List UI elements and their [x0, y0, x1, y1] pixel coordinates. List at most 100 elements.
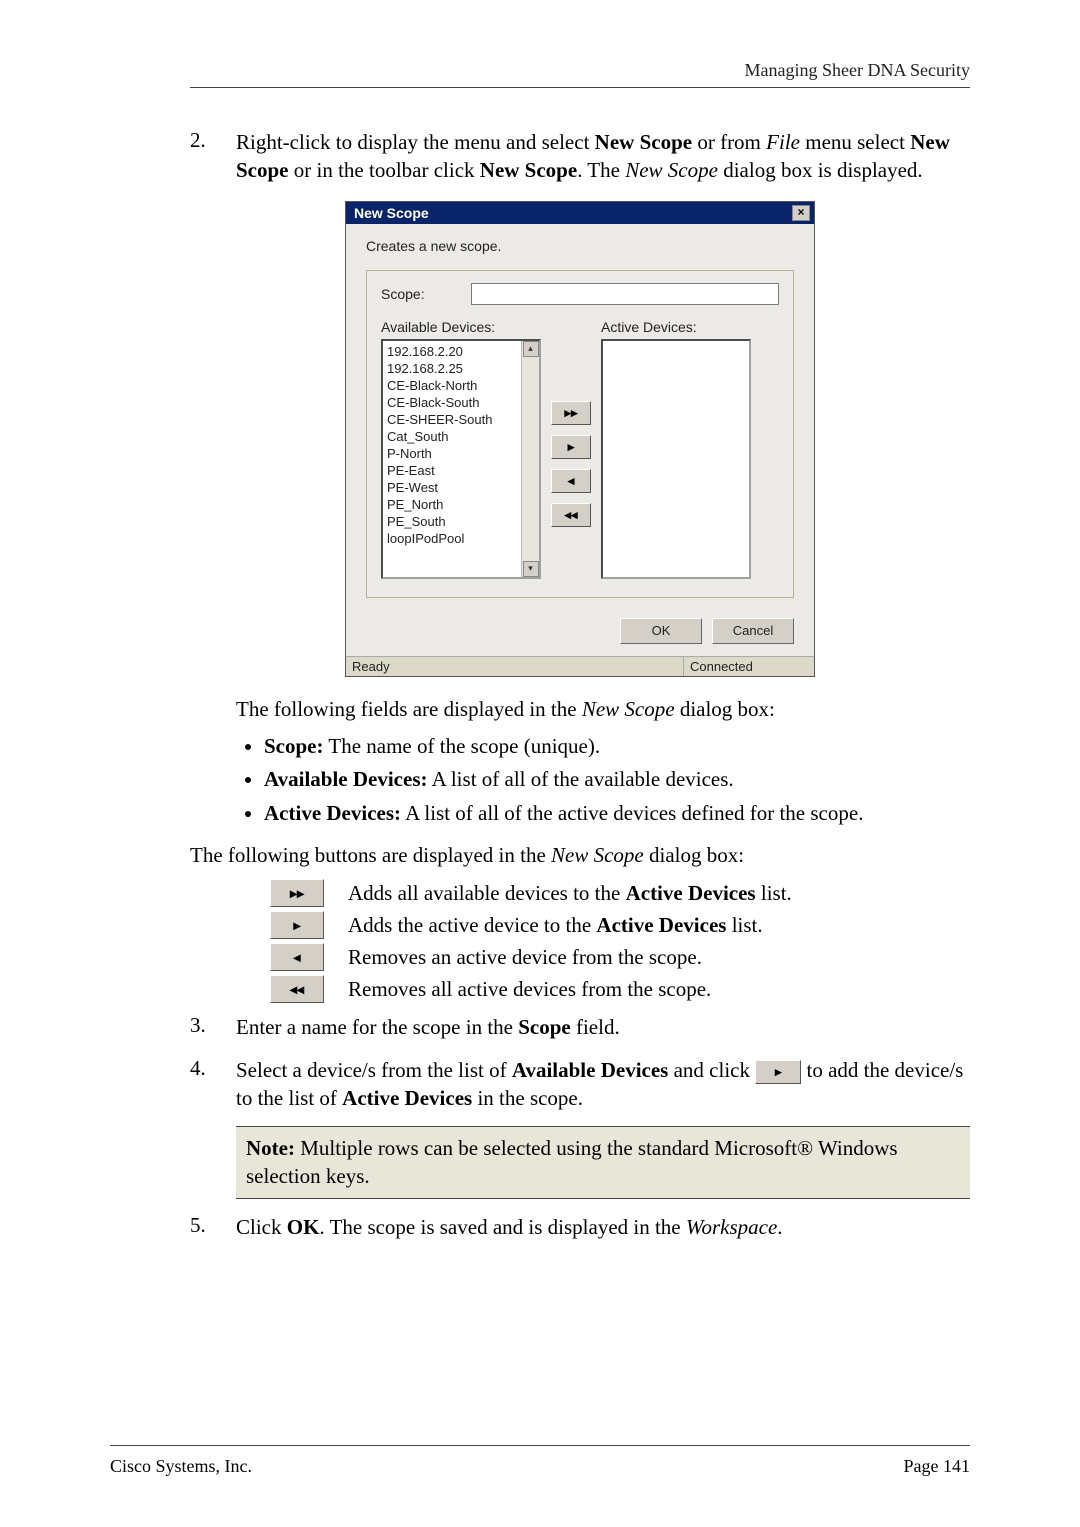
- bold: Available Devices: [512, 1058, 669, 1082]
- step-number: 2.: [190, 128, 236, 185]
- active-devices-list[interactable]: [601, 339, 751, 579]
- remove-all-button[interactable]: ◂◂: [551, 503, 591, 527]
- list-item: Available Devices: A list of all of the …: [264, 766, 970, 793]
- step-text: Enter a name for the scope in the Scope …: [236, 1013, 620, 1041]
- available-devices-list[interactable]: 192.168.2.20 192.168.2.25 CE-Black-North…: [381, 339, 541, 579]
- bold: Active Devices: [626, 881, 756, 905]
- status-connected: Connected: [684, 657, 814, 676]
- new-scope-dialog: New Scope × Creates a new scope. Scope: …: [345, 201, 815, 677]
- text: .: [777, 1215, 782, 1239]
- list-item[interactable]: PE-West: [383, 479, 539, 496]
- text: Select a device/s from the list of: [236, 1058, 512, 1082]
- list-item[interactable]: PE_North: [383, 496, 539, 513]
- text: dialog box:: [675, 697, 775, 721]
- scope-label: Scope:: [381, 286, 471, 302]
- list-item[interactable]: loopIPodPool: [383, 530, 539, 547]
- scroll-down-icon[interactable]: ▾: [523, 561, 539, 577]
- step-number: 4.: [190, 1056, 236, 1113]
- remove-one-button[interactable]: ◂: [551, 469, 591, 493]
- text: dialog box:: [644, 843, 744, 867]
- step-5: 5. Click OK. The scope is saved and is d…: [190, 1213, 970, 1241]
- text: . The: [577, 158, 625, 182]
- dialog-description: Creates a new scope.: [366, 238, 794, 254]
- text: list.: [756, 881, 792, 905]
- text: Adds the active device to the: [348, 913, 596, 937]
- step-text: Click OK. The scope is saved and is disp…: [236, 1213, 783, 1241]
- text: or from: [692, 130, 766, 154]
- add-all-icon: ▸▸: [270, 879, 324, 907]
- step-number: 3.: [190, 1013, 236, 1041]
- close-button[interactable]: ×: [792, 205, 810, 221]
- add-all-button[interactable]: ▸▸: [551, 401, 591, 425]
- text: Adds all available devices to the: [348, 881, 626, 905]
- scroll-up-icon[interactable]: ▴: [523, 341, 539, 357]
- step-text: Select a device/s from the list of Avail…: [236, 1056, 970, 1113]
- bold: Scope: [518, 1015, 571, 1039]
- text: list.: [726, 913, 762, 937]
- dialog-panel: Scope: Available Devices: 192.168.2.20 1…: [366, 270, 794, 598]
- bold: Active Devices:: [264, 801, 401, 825]
- text: Enter a name for the scope in the: [236, 1015, 518, 1039]
- available-devices-label: Available Devices:: [381, 319, 541, 335]
- bold: Available Devices:: [264, 767, 428, 791]
- field-list: Scope: The name of the scope (unique). A…: [236, 733, 970, 827]
- text: dialog box is displayed.: [718, 158, 923, 182]
- ok-button[interactable]: OK: [620, 618, 702, 644]
- running-header: Managing Sheer DNA Security: [190, 60, 970, 88]
- list-item[interactable]: PE_South: [383, 513, 539, 530]
- text: and click: [668, 1058, 755, 1082]
- note-box: Note: Multiple rows can be selected usin…: [236, 1126, 970, 1199]
- text: field.: [571, 1015, 620, 1039]
- text: Right-click to display the menu and sele…: [236, 130, 595, 154]
- add-one-icon: ▸: [270, 911, 324, 939]
- scope-input[interactable]: [471, 283, 779, 305]
- status-bar: Ready Connected: [346, 656, 814, 676]
- italic: New Scope: [625, 158, 718, 182]
- scrollbar[interactable]: ▴ ▾: [521, 341, 539, 577]
- list-item[interactable]: CE-Black-North: [383, 377, 539, 394]
- bold: Active Devices: [596, 913, 726, 937]
- dialog-title: New Scope: [354, 205, 429, 221]
- footer-left: Cisco Systems, Inc.: [110, 1456, 252, 1477]
- cancel-button[interactable]: Cancel: [712, 618, 794, 644]
- legend-text: Removes an active device from the scope.: [348, 945, 702, 970]
- remove-all-icon: ◂◂: [270, 975, 324, 1003]
- bold: New Scope: [595, 130, 692, 154]
- text: The following buttons are displayed in t…: [190, 843, 551, 867]
- italic: File: [766, 130, 800, 154]
- italic: New Scope: [582, 697, 675, 721]
- text: A list of all of the available devices.: [428, 767, 734, 791]
- italic: Workspace: [686, 1215, 777, 1239]
- text: The following fields are displayed in th…: [236, 697, 582, 721]
- list-item[interactable]: 192.168.2.20: [383, 343, 539, 360]
- text: A list of all of the active devices defi…: [401, 801, 863, 825]
- paragraph: The following buttons are displayed in t…: [190, 841, 970, 869]
- italic: New Scope: [551, 843, 644, 867]
- note-label: Note:: [246, 1136, 295, 1160]
- bold: OK: [287, 1215, 320, 1239]
- list-item: Active Devices: A list of all of the act…: [264, 800, 970, 827]
- bold: Active Devices: [342, 1086, 472, 1110]
- paragraph: The following fields are displayed in th…: [236, 695, 970, 723]
- list-item: Scope: The name of the scope (unique).: [264, 733, 970, 760]
- list-item[interactable]: CE-Black-South: [383, 394, 539, 411]
- step-text: Right-click to display the menu and sele…: [236, 128, 970, 185]
- list-item[interactable]: PE-East: [383, 462, 539, 479]
- text: The name of the scope (unique).: [324, 734, 601, 758]
- legend-text: Removes all active devices from the scop…: [348, 977, 711, 1002]
- add-one-inline-icon: ▸: [755, 1060, 801, 1084]
- text: Click: [236, 1215, 287, 1239]
- list-item[interactable]: 192.168.2.25: [383, 360, 539, 377]
- page-footer: Cisco Systems, Inc. Page 141: [110, 1445, 970, 1477]
- list-item[interactable]: P-North: [383, 445, 539, 462]
- text: or in the toolbar click: [289, 158, 480, 182]
- add-one-button[interactable]: ▸: [551, 435, 591, 459]
- button-legend: ▸▸ Adds all available devices to the Act…: [270, 879, 970, 1003]
- list-item[interactable]: CE-SHEER-South: [383, 411, 539, 428]
- list-item[interactable]: Cat_South: [383, 428, 539, 445]
- note-text: Multiple rows can be selected using the …: [246, 1136, 898, 1187]
- status-ready: Ready: [346, 657, 684, 676]
- legend-text: Adds all available devices to the Active…: [348, 881, 792, 906]
- legend-text: Adds the active device to the Active Dev…: [348, 913, 763, 938]
- step-3: 3. Enter a name for the scope in the Sco…: [190, 1013, 970, 1041]
